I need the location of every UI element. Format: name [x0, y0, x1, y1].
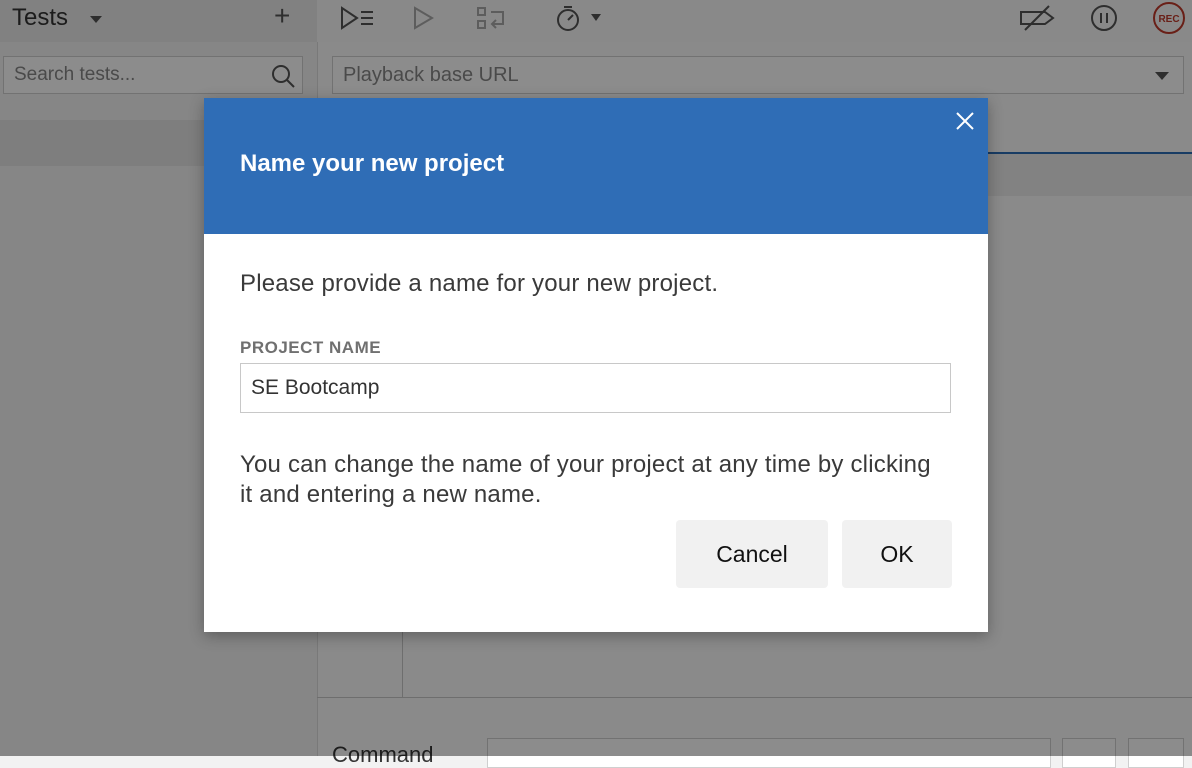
dialog-header: Name your new project	[204, 98, 988, 234]
dialog-description: Please provide a name for your new proje…	[240, 270, 719, 297]
close-icon[interactable]	[952, 108, 978, 134]
project-name-label: PROJECT NAME	[240, 338, 382, 357]
project-name-input[interactable]	[240, 363, 951, 413]
dialog-title: Name your new project	[240, 150, 505, 177]
dialog-note: You can change the name of your project …	[240, 451, 931, 508]
cancel-button[interactable]: Cancel	[676, 520, 828, 588]
new-project-dialog: Name your new project Please provide a n…	[204, 98, 988, 632]
ok-button[interactable]: OK	[842, 520, 952, 588]
app-window: Tests + Search tests... REC Playback bas…	[0, 0, 1192, 768]
